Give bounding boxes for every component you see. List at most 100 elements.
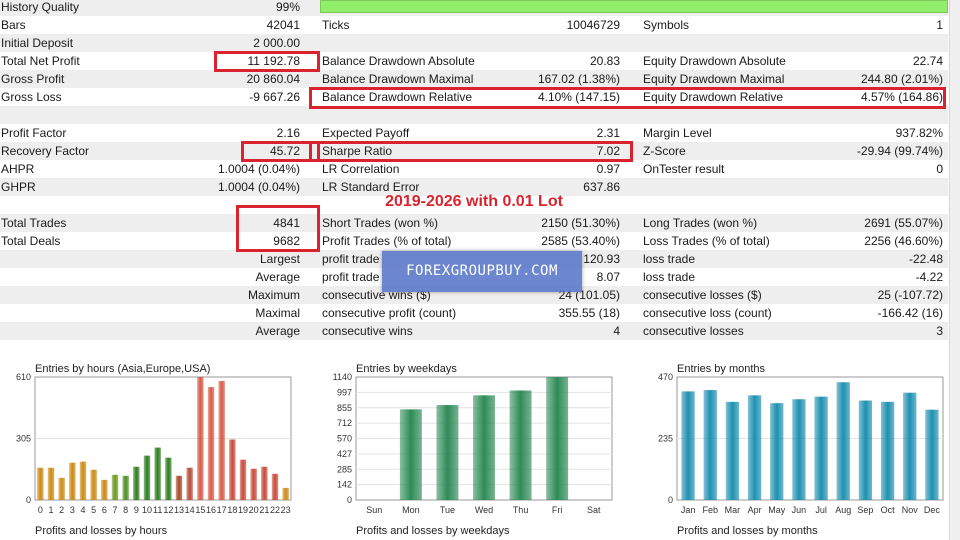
bar — [207, 387, 215, 500]
charts-area: 03056100 1 2 3 4 5 6 7 8 9 10 11 12 13 14 15 16 17 18 19 20 2… — [16, 372, 944, 515]
metric-value: Largest — [259, 252, 300, 266]
scrollbar[interactable] — [949, 0, 960, 540]
metric-label: consecutive wins — [322, 324, 413, 338]
metric-value: 2691 (55.07%) — [864, 216, 943, 230]
x-tick-label: 14 — [185, 505, 195, 515]
x-tick-label: Dec — [924, 505, 941, 515]
bar — [858, 400, 873, 500]
metric-label: consecutive profit (count) — [322, 306, 457, 320]
x-tick-label: 9 — [134, 505, 139, 515]
bar — [47, 467, 55, 500]
highlight-drawdown-relative — [309, 87, 946, 109]
bar — [37, 467, 44, 500]
history-quality-bar — [320, 0, 948, 13]
x-tick-label: Mon — [402, 505, 420, 515]
metric-value: 22.74 — [912, 54, 943, 68]
x-tick-label: Wed — [475, 505, 493, 515]
metric-value: -29.94 (99.74%) — [856, 144, 943, 158]
x-tick-label: 15 — [195, 505, 205, 515]
metric-label: Balance Drawdown Maximal — [322, 72, 474, 86]
table-row: Maximal consecutive profit (count) 355.55 … — [0, 304, 948, 322]
bar — [814, 396, 828, 500]
bar — [101, 479, 108, 500]
bar — [792, 399, 806, 500]
y-tick-label: 235 — [658, 434, 673, 444]
x-tick-label: Mar — [725, 505, 741, 515]
metric-value: -166.42 (16) — [877, 306, 943, 320]
table-row: Total Net Profit 11 192.78 Balance Drawdow… — [0, 52, 948, 70]
bar — [122, 475, 129, 500]
x-tick-label: 11 — [153, 505, 162, 515]
table-row: Bars 42041 Ticks 10046729 Symbols 1 — [0, 16, 948, 34]
x-tick-label: Sat — [587, 505, 601, 515]
x-tick-label: 22 — [270, 505, 280, 515]
metric-value: 3 — [936, 324, 943, 338]
bar — [261, 466, 268, 500]
bar — [473, 395, 495, 500]
y-tick-label: 0 — [347, 495, 352, 505]
bottom-title-hours: Profits and losses by hours — [35, 525, 168, 537]
highlight-sharpe-ratio — [309, 141, 633, 162]
chart-0: 03056100 1 2 3 4 5 6 7 8 9 10 11 12 13 14 15 16 17 18 19 20 2… — [16, 372, 292, 515]
table-row: Initial Deposit 2 000.00 — [0, 34, 948, 52]
x-tick-label: 17 — [217, 505, 227, 515]
bar — [925, 409, 939, 500]
bar — [154, 447, 161, 500]
bar — [703, 390, 717, 500]
metric-value: 1 — [936, 18, 943, 32]
x-tick-label: 0 — [38, 505, 43, 515]
bar — [58, 477, 65, 500]
x-tick-label: 13 — [174, 505, 184, 515]
bar — [186, 467, 193, 500]
metric-value: 167.02 (1.38%) — [537, 72, 620, 86]
x-tick-label: 1 — [48, 505, 53, 515]
bar — [218, 381, 225, 500]
bar — [239, 459, 247, 500]
metric-value: 2150 (51.30%) — [541, 216, 620, 230]
bar — [681, 391, 695, 500]
metric-label: LR Correlation — [322, 162, 400, 176]
metric-value: 10046729 — [566, 18, 620, 32]
metric-label: Expected Payoff — [322, 126, 410, 140]
metric-label: Balance Drawdown Absolute — [322, 54, 475, 68]
x-tick-label: 20 — [249, 505, 259, 515]
table-row: Gross Profit 20 860.04 Balance Drawdown Ma… — [0, 70, 948, 88]
metric-value: 2 000.00 — [253, 36, 300, 50]
bar — [282, 487, 289, 500]
metric-label: Ticks — [322, 18, 350, 32]
x-tick-label: Sun — [366, 505, 382, 515]
y-tick-label: 570 — [337, 434, 352, 444]
y-tick-label: 855 — [337, 403, 352, 413]
bar — [880, 401, 895, 500]
x-tick-label: Nov — [902, 505, 919, 515]
metric-value: 25 (-107.72) — [877, 288, 943, 302]
y-tick-label: 997 — [337, 387, 352, 397]
metric-value: -4.22 — [915, 270, 943, 284]
metric-value: -9 667.26 — [249, 90, 300, 104]
bar — [90, 469, 97, 500]
bar — [175, 475, 183, 500]
metric-label: Short Trades (won %) — [322, 216, 439, 230]
x-tick-label: 12 — [163, 505, 173, 515]
x-tick-label: 5 — [91, 505, 96, 515]
bar — [436, 405, 459, 500]
highlight-trades — [236, 205, 320, 252]
x-tick-label: Jul — [815, 505, 827, 515]
bottom-title-months: Profits and losses by months — [677, 525, 818, 537]
x-tick-label: Oct — [881, 505, 896, 515]
bar — [165, 457, 172, 500]
bar — [79, 461, 87, 500]
bar — [229, 439, 236, 500]
bar — [143, 455, 151, 500]
x-tick-label: Tue — [440, 505, 455, 515]
x-tick-label: Apr — [748, 505, 762, 515]
y-tick-label: 0 — [668, 495, 673, 505]
x-tick-label: 21 — [259, 505, 269, 515]
y-tick-label: 0 — [26, 495, 31, 505]
x-tick-label: Sep — [857, 505, 873, 515]
x-tick-label: 8 — [123, 505, 128, 515]
x-tick-label: May — [768, 505, 786, 515]
table-row: Total Deals 9682 Profit Trades (% of total… — [0, 232, 948, 250]
y-tick-label: 427 — [337, 449, 352, 459]
x-tick-label: 18 — [227, 505, 237, 515]
